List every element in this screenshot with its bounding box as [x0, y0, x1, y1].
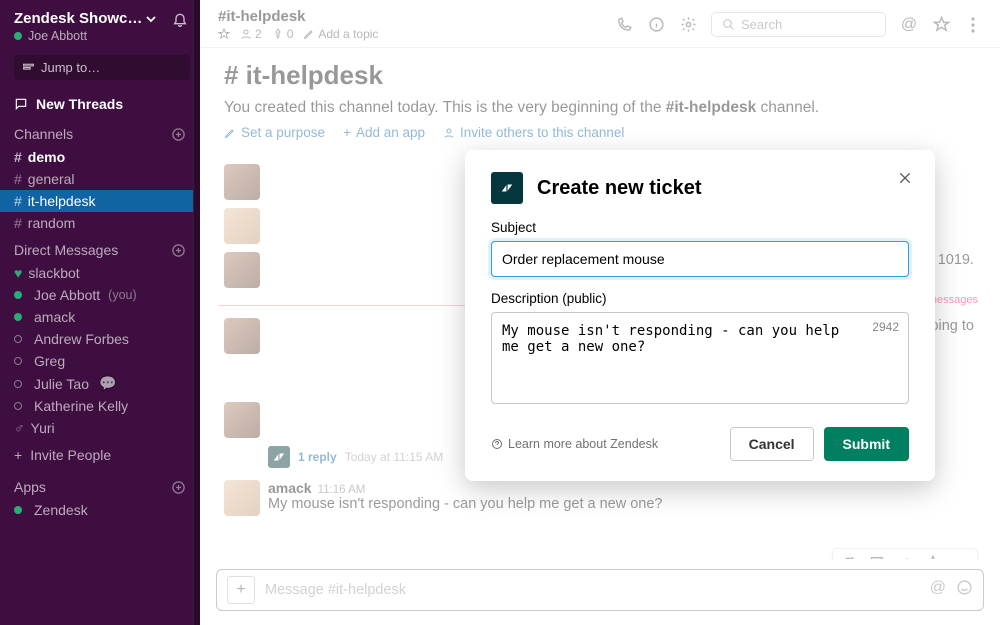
channel-label: demo [28, 149, 65, 165]
current-user-name: Joe Abbott [28, 29, 87, 43]
dm-name: Joe Abbott [34, 287, 100, 303]
hash-icon: # [14, 215, 22, 231]
dm-greg[interactable]: Greg [0, 350, 200, 372]
dm-joe-abbott[interactable]: Joe Abbott (you) [0, 284, 200, 306]
learn-more-link[interactable]: Learn more about Zendesk [491, 437, 658, 451]
presence-dot-icon [14, 313, 22, 321]
dm-amack[interactable]: amack [0, 306, 200, 328]
jump-to[interactable]: Jump to… [14, 55, 190, 80]
app-zendesk[interactable]: Zendesk [0, 499, 200, 521]
subject-label: Subject [491, 220, 909, 235]
create-ticket-modal: Create new ticket Subject Description (p… [465, 150, 935, 481]
dm-slackbot[interactable]: ♥ slackbot [0, 262, 200, 284]
main-pane: #it-helpdesk 2 0 Add a topic Search @ # … [200, 0, 1000, 625]
dm-name: Andrew Forbes [34, 331, 129, 347]
dm-katherine-kelly[interactable]: Katherine Kelly [0, 395, 200, 417]
invite-label: Invite People [30, 447, 111, 463]
presence-dot-icon [14, 32, 22, 40]
thread-icon [14, 97, 28, 111]
channel-label: it-helpdesk [28, 193, 96, 209]
presence-dot-icon [14, 506, 22, 514]
add-dm-icon[interactable] [171, 243, 186, 258]
presence-away-icon [14, 335, 22, 343]
new-threads-label: New Threads [36, 96, 123, 112]
modal-title: Create new ticket [537, 177, 702, 200]
workspace-switcher[interactable]: Zendesk Showc… [14, 10, 156, 27]
dm-label: Direct Messages [14, 242, 118, 258]
dm-yuri[interactable]: ♂ Yuri [0, 417, 200, 439]
channels-section-header[interactable]: Channels [0, 118, 200, 146]
presence-away-icon [14, 402, 22, 410]
dm-section-header[interactable]: Direct Messages [0, 234, 200, 262]
app-name: Zendesk [34, 502, 88, 518]
description-textarea[interactable] [491, 312, 909, 404]
dm-name: Katherine Kelly [34, 398, 128, 414]
dm-julie-tao[interactable]: Julie Tao 💬 [0, 372, 200, 395]
plus-icon: + [14, 447, 22, 463]
dm-name: Greg [34, 353, 65, 369]
learn-label: Learn more about Zendesk [508, 437, 658, 451]
dm-name: amack [34, 309, 75, 325]
male-icon: ♂ [14, 420, 25, 436]
subject-input[interactable] [491, 241, 909, 277]
dm-name: Yuri [31, 420, 55, 436]
invite-people[interactable]: + Invite People [0, 439, 200, 471]
apps-label: Apps [14, 479, 46, 495]
sidebar: Zendesk Showc… Joe Abbott Jump to… New T… [0, 0, 200, 625]
add-app-icon[interactable] [171, 480, 186, 495]
hash-icon: # [14, 171, 22, 187]
cancel-button[interactable]: Cancel [730, 427, 814, 461]
apps-section-header[interactable]: Apps [0, 471, 200, 499]
presence-dot-icon [14, 291, 22, 299]
chevron-down-icon [146, 14, 156, 24]
dm-suffix: (you) [108, 288, 136, 302]
add-channel-icon[interactable] [171, 127, 186, 142]
zendesk-logo [491, 172, 523, 204]
typing-icon: 💬 [99, 375, 116, 392]
jump-icon [22, 61, 35, 74]
char-counter: 2942 [872, 320, 899, 334]
submit-button[interactable]: Submit [824, 427, 909, 461]
channel-demo[interactable]: # demo [0, 146, 200, 168]
current-user[interactable]: Joe Abbott [0, 29, 200, 51]
close-icon [897, 170, 913, 186]
help-icon [491, 438, 503, 450]
zendesk-icon [500, 181, 514, 195]
presence-away-icon [14, 357, 22, 365]
modal-close-button[interactable] [893, 166, 917, 195]
dm-name: Julie Tao [34, 376, 89, 392]
dm-andrew-forbes[interactable]: Andrew Forbes [0, 328, 200, 350]
channel-random[interactable]: # random [0, 212, 200, 234]
channel-it-helpdesk[interactable]: # it-helpdesk [0, 190, 200, 212]
description-label: Description (public) [491, 291, 909, 306]
channel-label: general [28, 171, 75, 187]
heart-icon: ♥ [14, 265, 22, 281]
dm-name: slackbot [28, 265, 79, 281]
jump-label: Jump to… [41, 60, 100, 75]
presence-away-icon [14, 380, 22, 388]
bell-icon[interactable] [172, 11, 188, 27]
workspace-name: Zendesk Showc… [14, 10, 142, 27]
sidebar-accent-strip [193, 0, 200, 625]
new-threads[interactable]: New Threads [0, 90, 200, 118]
hash-icon: # [14, 193, 22, 209]
channel-general[interactable]: # general [0, 168, 200, 190]
hash-icon: # [14, 149, 22, 165]
channel-label: random [28, 215, 75, 231]
channels-label: Channels [14, 126, 73, 142]
